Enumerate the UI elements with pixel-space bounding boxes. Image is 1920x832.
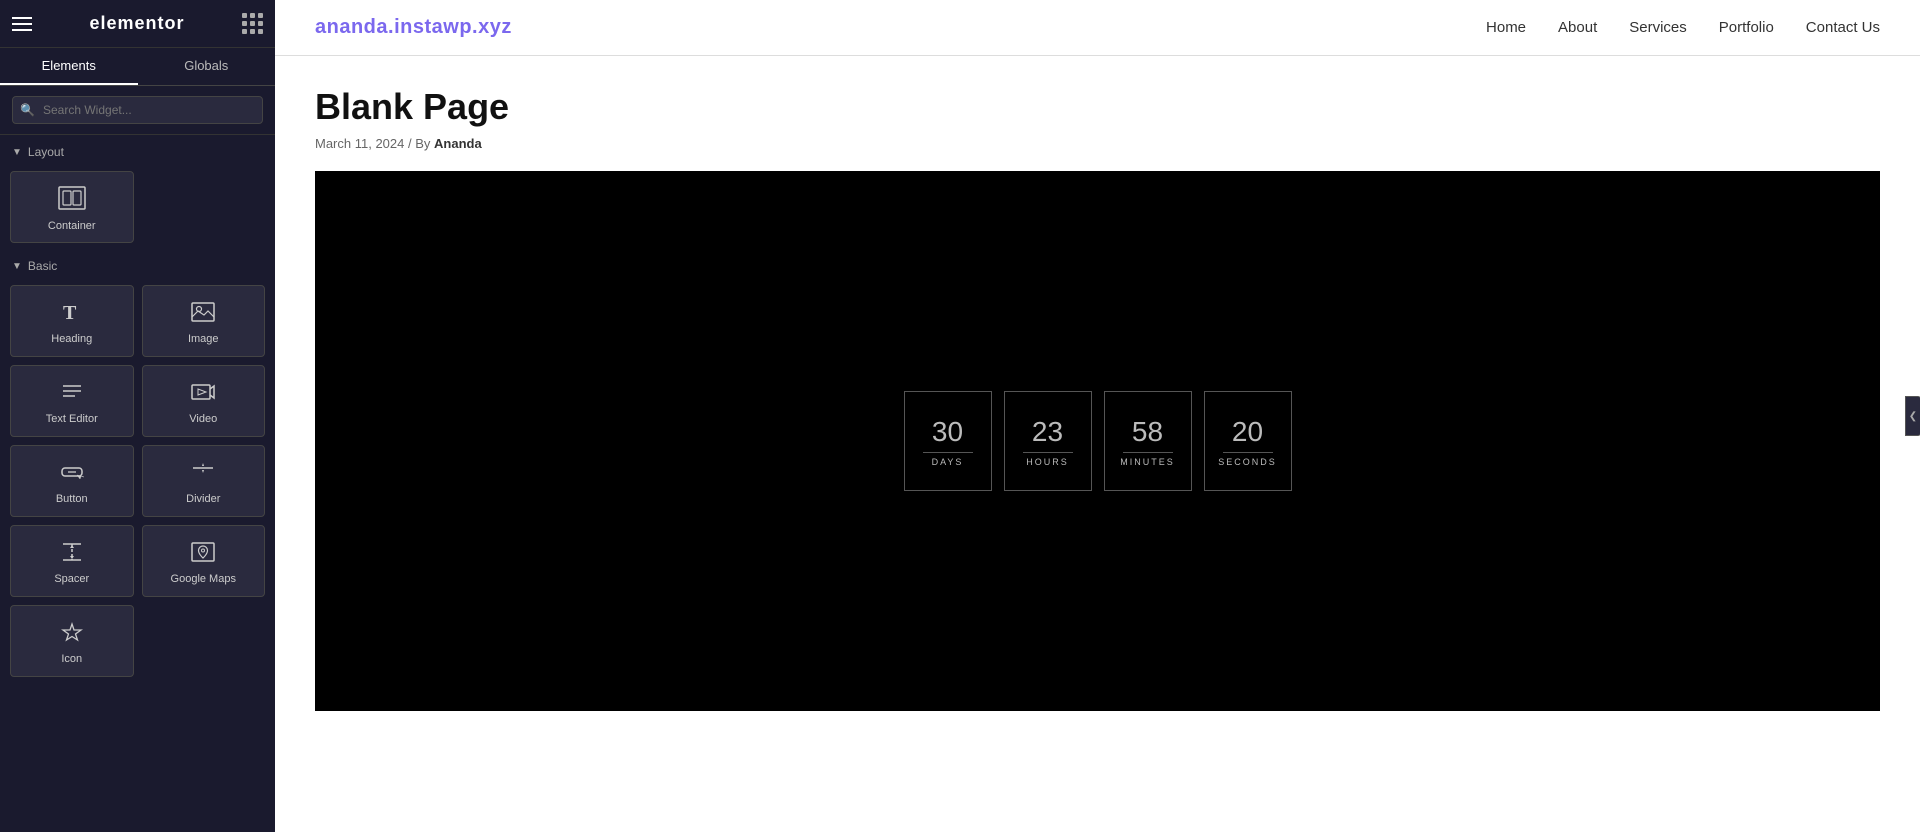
spacer-icon [59,541,85,567]
countdown-minutes-value: 58 [1132,415,1163,449]
panel-tabs: Elements Globals [0,48,275,86]
heading-icon: T [59,301,85,327]
countdown-days-label: DAYS [932,457,964,467]
countdown-seconds-box: 20 SECONDS [1204,391,1292,491]
page-title: Blank Page [315,86,1880,128]
nav-link-services[interactable]: Services [1629,19,1687,36]
elementor-panel: elementor Elements Globals 🔍 ▼ Layout [0,0,275,832]
countdown-days-divider [923,452,973,453]
nav-link-contact[interactable]: Contact Us [1806,19,1880,36]
widget-icon[interactable]: Icon [10,605,134,677]
countdown-days-box: 30 DAYS [904,391,992,491]
layout-arrow-icon: ▼ [12,147,22,158]
search-icon: 🔍 [20,103,35,117]
container-label: Container [48,220,96,232]
widget-button[interactable]: Button [10,445,134,517]
nav-link-portfolio[interactable]: Portfolio [1719,19,1774,36]
google-maps-icon [190,541,216,567]
countdown-hours-divider [1023,452,1073,453]
icon-widget-icon [59,621,85,647]
panel-header: elementor [0,0,275,48]
basic-section-title: Basic [28,259,57,273]
countdown-section: 30 DAYS 23 HOURS 58 MINUTES 20 [315,171,1880,711]
container-icon [58,186,86,214]
grid-menu-icon[interactable] [242,13,263,34]
video-label: Video [189,413,217,425]
widget-spacer[interactable]: Spacer [10,525,134,597]
basic-arrow-icon: ▼ [12,261,22,272]
countdown-days-value: 30 [932,415,963,449]
countdown-seconds-divider [1223,452,1273,453]
countdown-minutes-box: 58 MINUTES [1104,391,1192,491]
page-date: March 11, 2024 [315,136,404,151]
text-editor-label: Text Editor [46,413,98,425]
layout-section-title: Layout [28,145,64,159]
nav-links: Home About Services Portfolio Contact Us [1486,19,1880,36]
video-icon [190,381,216,407]
tab-elements[interactable]: Elements [0,48,138,85]
top-navigation: ananda.instawp.xyz Home About Services P… [275,0,1920,56]
elementor-logo: elementor [89,13,184,34]
widget-video[interactable]: Video [142,365,266,437]
countdown-hours-box: 23 HOURS [1004,391,1092,491]
layout-widget-grid: Container [0,165,275,249]
layout-section-label[interactable]: ▼ Layout [0,135,275,165]
widget-container[interactable]: Container [10,171,134,243]
widget-divider[interactable]: Divider [142,445,266,517]
countdown-container: 30 DAYS 23 HOURS 58 MINUTES 20 [904,391,1292,491]
button-icon [59,461,85,487]
countdown-hours-label: HOURS [1026,457,1069,467]
countdown-minutes-label: MINUTES [1120,457,1175,467]
nav-link-about[interactable]: About [1558,19,1597,36]
main-content: ananda.instawp.xyz Home About Services P… [275,0,1920,832]
image-icon [190,301,216,327]
button-label: Button [56,493,88,505]
heading-label: Heading [51,333,92,345]
widget-search-area: 🔍 [0,86,275,135]
icon-label: Icon [61,653,82,665]
page-author: Ananda [434,136,482,151]
spacer-label: Spacer [54,573,89,585]
hamburger-menu-icon[interactable] [12,17,32,31]
page-content-area: Blank Page March 11, 2024 / By Ananda 30… [275,56,1920,832]
basic-widget-grid: T Heading Image [0,279,275,683]
basic-section-label[interactable]: ▼ Basic [0,249,275,279]
countdown-minutes-divider [1123,452,1173,453]
widget-google-maps[interactable]: Google Maps [142,525,266,597]
site-domain: ananda.instawp.xyz [315,16,512,39]
countdown-seconds-label: SECONDS [1218,457,1277,467]
nav-link-home[interactable]: Home [1486,19,1526,36]
widget-image[interactable]: Image [142,285,266,357]
page-meta-by: By [415,136,430,151]
svg-text:T: T [63,302,77,323]
tab-globals[interactable]: Globals [138,48,276,85]
search-input[interactable] [12,96,263,124]
page-meta: March 11, 2024 / By Ananda [315,136,1880,151]
widget-text-editor[interactable]: Text Editor [10,365,134,437]
divider-icon [190,461,216,487]
countdown-seconds-value: 20 [1232,415,1263,449]
image-label: Image [188,333,219,345]
text-editor-icon [59,381,85,407]
divider-label: Divider [186,493,220,505]
countdown-hours-value: 23 [1032,415,1063,449]
widget-heading[interactable]: T Heading [10,285,134,357]
google-maps-label: Google Maps [171,573,236,585]
